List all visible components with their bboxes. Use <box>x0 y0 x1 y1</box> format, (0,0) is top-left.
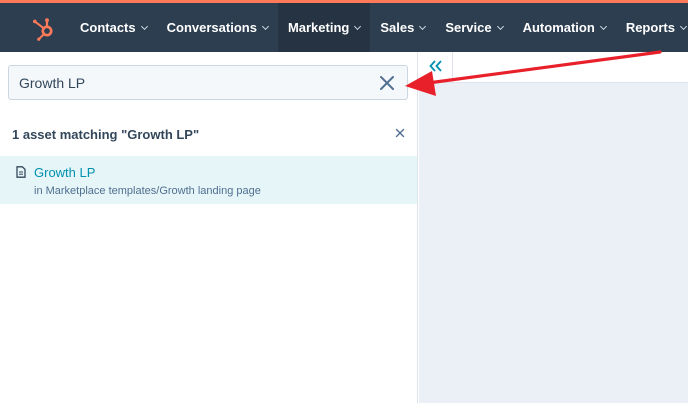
preview-panel <box>419 52 688 403</box>
close-icon <box>380 76 394 90</box>
hubspot-sprocket-icon[interactable] <box>28 13 58 43</box>
chevron-down-icon <box>261 22 269 30</box>
nav-item-conversations[interactable]: Conversations <box>157 3 278 52</box>
search-clear-button[interactable] <box>379 75 395 91</box>
chevron-down-icon <box>140 22 148 30</box>
chevron-down-icon <box>354 22 362 30</box>
nav-item-reports[interactable]: Reports <box>616 3 688 52</box>
nav-item-label: Marketing <box>287 20 350 35</box>
asset-search-panel: 1 asset matching "Growth LP" Growth LP i… <box>0 52 418 403</box>
chevron-down-icon <box>599 22 607 30</box>
nav-item-automation[interactable]: Automation <box>513 3 616 52</box>
search-box <box>8 65 408 100</box>
nav-item-label: Automation <box>522 20 595 35</box>
chevron-down-icon <box>496 22 504 30</box>
double-chevron-left-icon <box>429 60 442 72</box>
results-count-header: 1 asset matching "Growth LP" <box>12 127 200 142</box>
nav-item-contacts[interactable]: Contacts <box>70 3 157 52</box>
nav-item-sales[interactable]: Sales <box>370 3 435 52</box>
nav-item-label: Conversations <box>166 20 257 35</box>
top-navigation: Contacts Conversations Marketing Sales Servi… <box>0 0 688 52</box>
clear-results-button[interactable] <box>395 128 405 138</box>
nav-item-marketing[interactable]: Marketing <box>277 3 371 52</box>
nav-item-label: Contacts <box>80 20 136 35</box>
nav-item-service[interactable]: Service <box>435 3 512 52</box>
chevron-down-icon <box>679 22 687 30</box>
nav-item-label: Sales <box>380 20 415 35</box>
close-icon <box>395 128 405 138</box>
chevron-down-icon <box>419 22 427 30</box>
nav-item-label: Service <box>445 20 492 35</box>
search-result-item[interactable]: Growth LP in Marketplace templates/Growt… <box>0 156 417 204</box>
nav-item-label: Reports <box>625 20 675 35</box>
preview-canvas <box>419 82 688 403</box>
collapse-panel-button[interactable] <box>419 52 453 82</box>
nav-menu: Contacts Conversations Marketing Sales Servi… <box>70 3 688 52</box>
result-path: in Marketplace templates/Growth landing … <box>34 185 261 197</box>
search-input[interactable] <box>9 66 369 99</box>
file-icon <box>16 166 26 178</box>
result-title[interactable]: Growth LP <box>34 165 95 180</box>
